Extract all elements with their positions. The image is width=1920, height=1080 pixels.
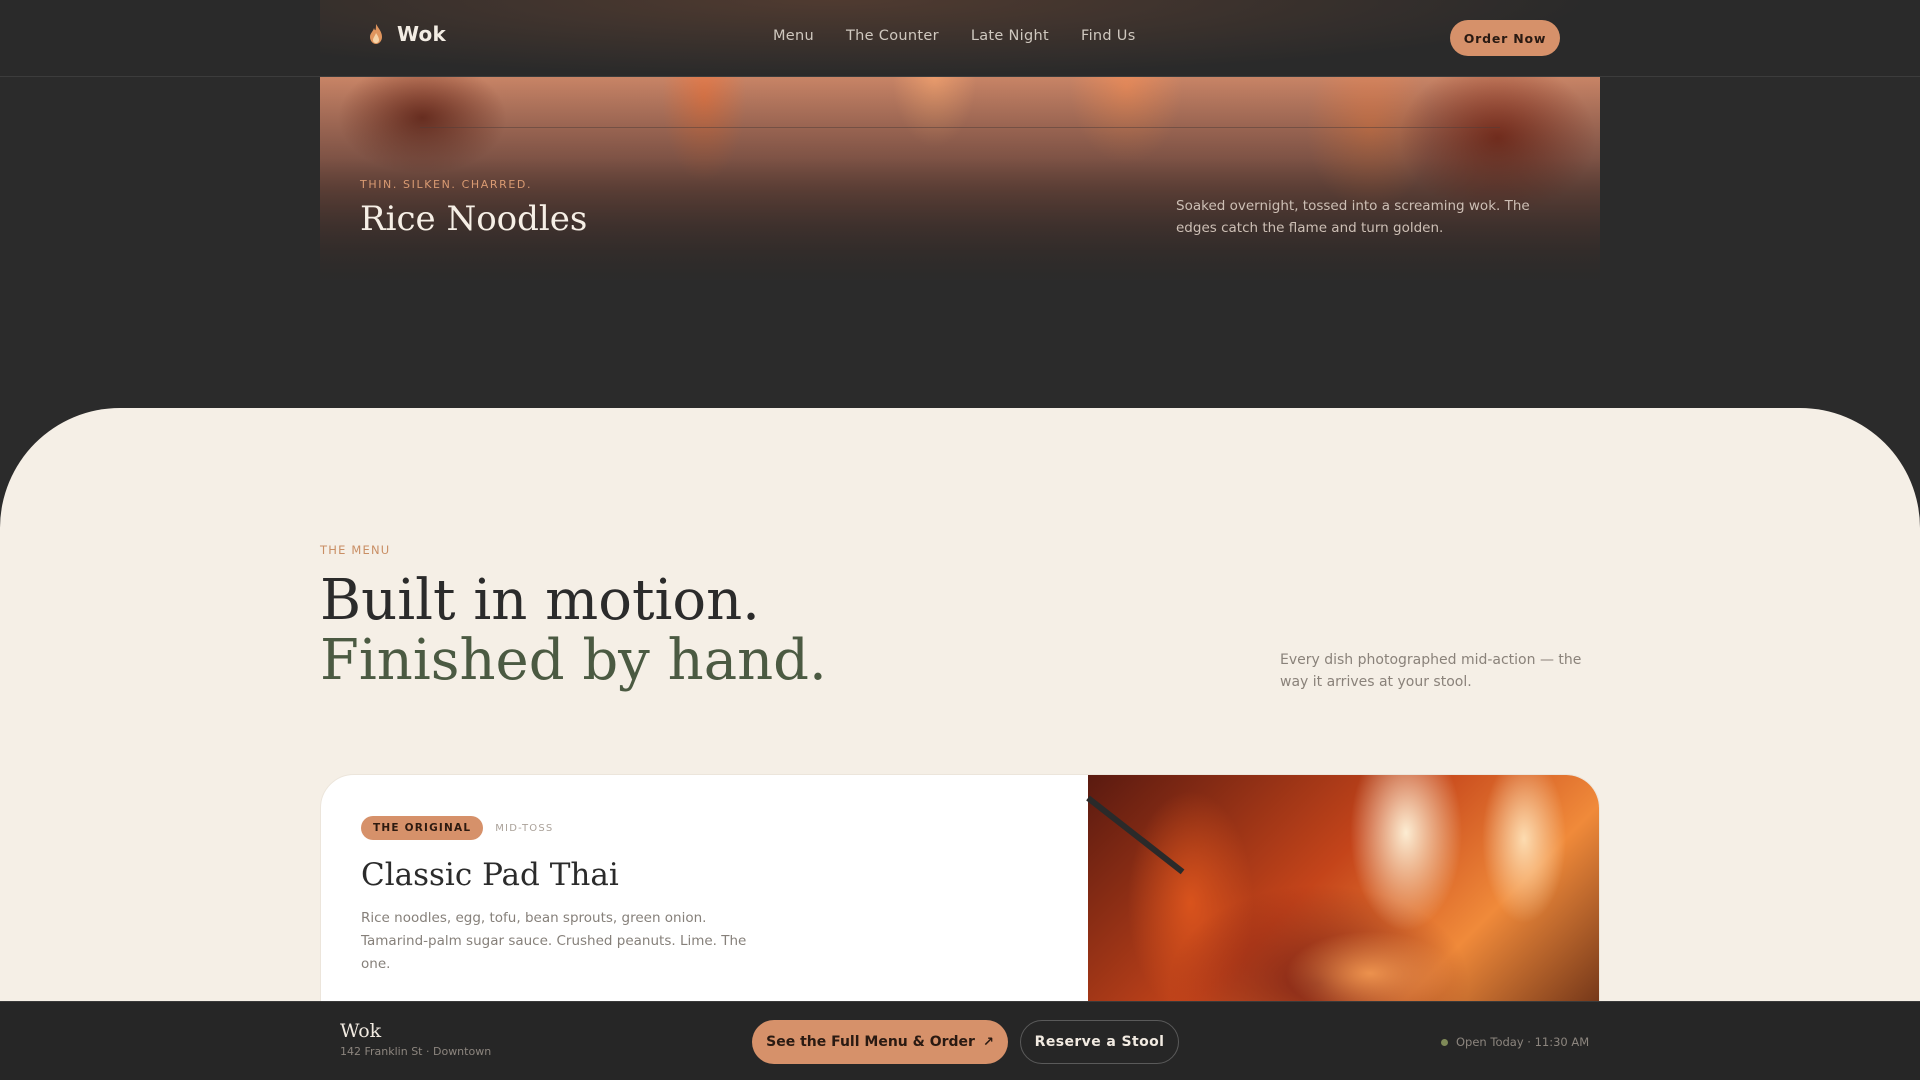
menu-headline-line-2: Finished by hand. <box>320 628 827 693</box>
brand-name: Wok <box>397 22 446 46</box>
hero-divider <box>420 127 1500 128</box>
open-status: Open Today · 11:30 AM <box>1441 1035 1589 1049</box>
nav-link-find-us[interactable]: Find Us <box>1081 28 1136 44</box>
dish-description: Rice noodles, egg, tofu, bean sprouts, g… <box>361 910 747 972</box>
flame-icon <box>367 23 385 45</box>
bottom-bar: Wok 142 Franklin St · Downtown See the F… <box>0 1001 1920 1080</box>
dish-badge: THE ORIGINAL <box>361 816 484 840</box>
dish-tag: MID-TOSS <box>495 822 554 834</box>
nav-link-the-counter[interactable]: The Counter <box>846 28 939 44</box>
brand-logo[interactable]: Wok <box>367 22 446 46</box>
status-text: Open Today · 11:30 AM <box>1456 1035 1590 1049</box>
menu-note: Every dish photographed mid-action — the… <box>1280 652 1582 690</box>
bottom-brand-name: Wok <box>340 1020 382 1042</box>
status-dot-icon <box>1441 1038 1448 1046</box>
dish-title: Classic Pad Thai <box>361 857 619 893</box>
bottom-brand: Wok 142 Franklin St · Downtown <box>340 1020 491 1058</box>
menu-headline-line-1: Built in motion. <box>320 568 760 633</box>
hero-kicker: THIN. SILKEN. CHARRED. <box>360 178 533 191</box>
full-menu-order-button[interactable]: See the Full Menu & Order ↗ <box>752 1020 1008 1064</box>
full-menu-order-label: See the Full Menu & Order <box>766 1034 975 1050</box>
main-nav: Menu The Counter Late Night Find Us <box>773 28 1136 44</box>
menu-headline: Built in motion. Finished by hand. <box>320 571 827 691</box>
bottom-address: 142 Franklin St · Downtown <box>340 1045 492 1058</box>
nav-link-menu[interactable]: Menu <box>773 28 814 44</box>
menu-section: THE MENU Built in motion. Finished by ha… <box>0 408 1920 1080</box>
spatula-shape <box>1086 795 1185 875</box>
dish-badges: THE ORIGINAL MID-TOSS <box>361 816 553 840</box>
hero-description: Soaked overnight, tossed into a screamin… <box>1176 198 1530 236</box>
hero-banner: THIN. SILKEN. CHARRED. Rice Noodles Soak… <box>320 77 1600 280</box>
arrow-up-right-icon: ↗ <box>982 1034 994 1050</box>
top-nav: Wok Menu The Counter Late Night Find Us … <box>0 0 1920 77</box>
menu-kicker: THE MENU <box>320 543 391 557</box>
nav-link-late-night[interactable]: Late Night <box>971 28 1049 44</box>
reserve-stool-button[interactable]: Reserve a Stool <box>1020 1020 1179 1064</box>
hero-title: Rice Noodles <box>360 199 588 239</box>
order-now-button[interactable]: Order Now <box>1450 20 1560 56</box>
